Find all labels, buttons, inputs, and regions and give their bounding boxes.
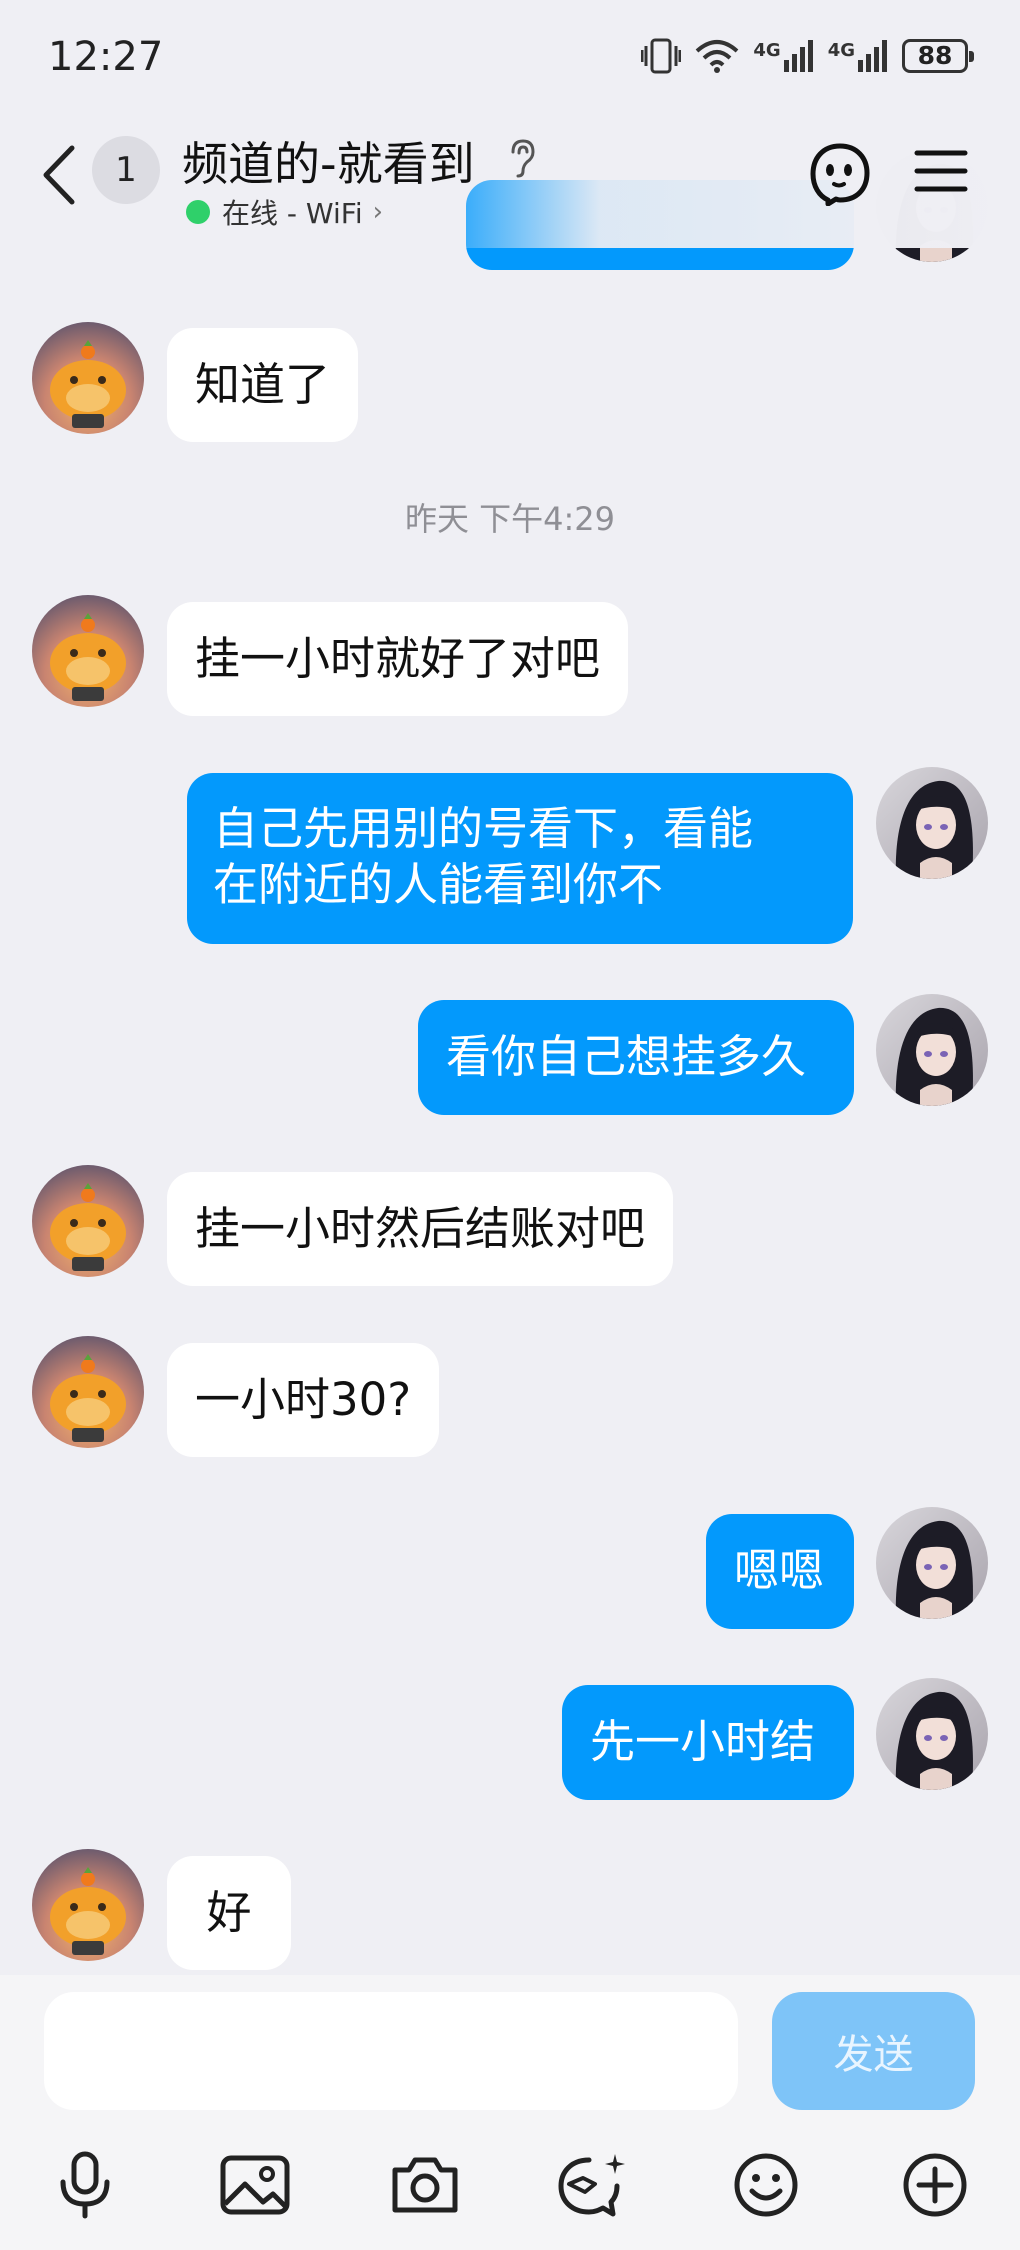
vibrate-icon xyxy=(641,38,682,74)
message-bubble-outgoing[interactable]: 先一小时结 xyxy=(562,1685,854,1800)
avatar-self[interactable] xyxy=(876,994,988,1106)
message-bubble-outgoing[interactable]: 自己先用别的号看下，看能 在附近的人能看到你不 xyxy=(187,773,853,944)
composer: 发送 xyxy=(0,1975,1020,2250)
chat-title[interactable]: 频道的-就看到 xyxy=(182,128,475,194)
message-bubble-incoming[interactable]: 挂一小时就好了对吧 xyxy=(167,602,629,716)
network-type-label: 4G xyxy=(827,40,855,61)
avatar-self[interactable] xyxy=(876,1678,988,1790)
message-list[interactable]: 知道了 昨天 下午4:29 挂一小时就好了对吧 自己先用别的号看下，看能 在附近… xyxy=(0,0,1020,1975)
wifi-icon xyxy=(696,40,739,73)
avatar-self[interactable] xyxy=(876,1507,988,1619)
camera-icon xyxy=(392,2157,458,2213)
unread-count-badge[interactable]: 1 xyxy=(92,136,160,204)
plus-icon xyxy=(903,2153,967,2217)
message-bubble-outgoing[interactable]: 看你自己想挂多久 xyxy=(418,1000,854,1115)
sticker-icon xyxy=(558,2154,625,2217)
voice-button[interactable] xyxy=(47,2147,123,2223)
message-line: 在附近的人能看到你不 xyxy=(213,858,664,911)
status-bar: 12:27 4G 4G 88 xyxy=(0,0,1020,118)
presence-status[interactable]: 在线 - WiFi › xyxy=(186,192,383,232)
message-input[interactable] xyxy=(44,1992,738,2110)
avatar-contact[interactable] xyxy=(32,595,144,707)
message-bubble-incoming[interactable]: 一小时30? xyxy=(167,1343,440,1457)
avatar-contact[interactable] xyxy=(32,322,144,434)
gallery-button[interactable] xyxy=(217,2147,293,2223)
battery-indicator: 88 xyxy=(902,39,974,73)
chat-header: 1 频道的-就看到 在线 - WiFi › xyxy=(0,118,1020,248)
menu-icon[interactable] xyxy=(914,148,968,194)
cellular-signal-2: 4G xyxy=(828,40,888,72)
message-bubble-incoming[interactable]: 挂一小时然后结账对吧 xyxy=(167,1172,674,1286)
send-button[interactable]: 发送 xyxy=(772,1992,975,2110)
network-type-label: 4G xyxy=(753,40,781,61)
message-bubble-outgoing[interactable]: 嗯嗯 xyxy=(706,1514,854,1629)
avatar-contact[interactable] xyxy=(32,1165,144,1277)
cellular-signal-1: 4G xyxy=(753,40,813,72)
ear-icon[interactable] xyxy=(505,138,539,178)
signal-bars-icon xyxy=(783,40,813,72)
emoji-icon xyxy=(734,2153,798,2217)
chevron-right-icon: › xyxy=(372,197,384,227)
avatar-contact[interactable] xyxy=(32,1849,144,1961)
ghost-icon[interactable] xyxy=(808,142,872,206)
image-icon xyxy=(220,2155,290,2215)
composer-toolbar xyxy=(0,2135,1020,2235)
status-time: 12:27 xyxy=(48,34,164,80)
message-bubble-incoming[interactable]: 知道了 xyxy=(167,328,359,442)
camera-button[interactable] xyxy=(387,2147,463,2223)
signal-bars-icon xyxy=(858,40,887,72)
online-dot-icon xyxy=(186,200,210,224)
emoji-button[interactable] xyxy=(728,2147,804,2223)
more-button[interactable] xyxy=(897,2147,973,2223)
timestamp-separator: 昨天 下午4:29 xyxy=(404,500,616,538)
message-bubble-incoming[interactable]: 好 xyxy=(167,1856,291,1970)
back-arrow-icon[interactable] xyxy=(36,140,82,210)
status-icons: 4G 4G 88 xyxy=(641,38,974,74)
avatar-contact[interactable] xyxy=(32,1336,144,1448)
presence-label: 在线 - WiFi xyxy=(222,197,363,230)
microphone-icon xyxy=(60,2151,110,2219)
message-line: 自己先用别的号看下，看能 xyxy=(213,802,754,855)
avatar-self[interactable] xyxy=(876,767,988,879)
sticker-button[interactable] xyxy=(554,2147,630,2223)
